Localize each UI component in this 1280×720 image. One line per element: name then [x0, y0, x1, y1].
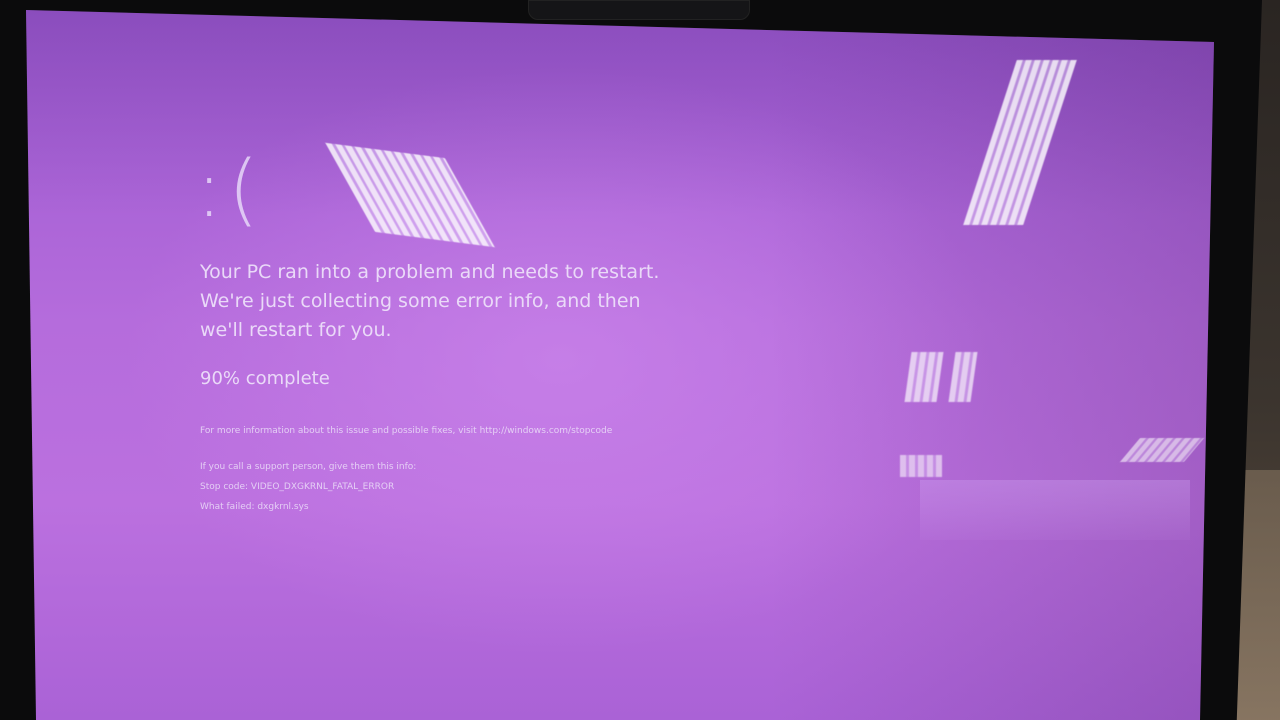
window-reflection: [920, 480, 1190, 540]
error-headline: Your PC ran into a problem and needs to …: [200, 261, 660, 341]
camera-notch: [528, 0, 750, 20]
more-info-text: For more information about this issue an…: [200, 426, 613, 436]
support-intro: If you call a support person, give them …: [200, 462, 417, 472]
error-screen: :( Your PC ran into a problem and needs …: [26, 10, 1214, 720]
light-reflection: [900, 455, 942, 477]
photo: :( Your PC ran into a problem and needs …: [0, 0, 1280, 720]
stop-code: Stop code: VIDEO_DXGKRNL_FATAL_ERROR: [200, 482, 395, 492]
sad-face-icon: :(: [196, 145, 265, 235]
what-failed: What failed: dxgkrnl.sys: [200, 502, 309, 512]
progress-text: 90% complete: [200, 368, 330, 389]
support-info: If you call a support person, give them …: [196, 457, 896, 517]
error-content: :( Your PC ran into a problem and needs …: [196, 140, 896, 517]
